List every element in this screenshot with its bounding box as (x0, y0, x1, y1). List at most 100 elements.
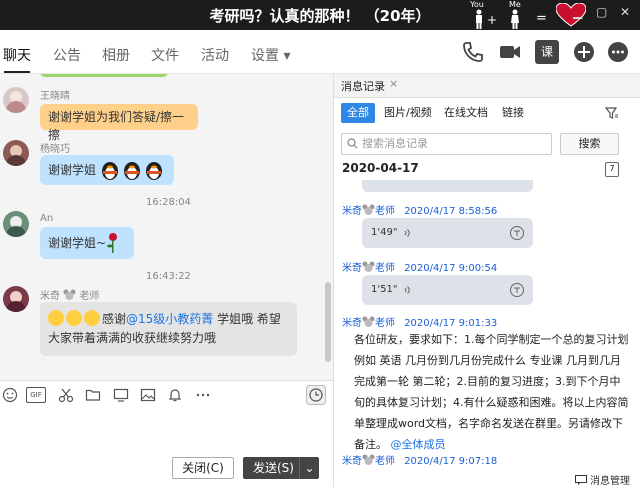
avatar-image (6, 291, 26, 312)
chat-scrollbar-thumb[interactable] (325, 282, 331, 362)
history-search-input[interactable]: 搜索消息记录 (341, 133, 552, 155)
close-history-icon[interactable]: × (389, 77, 398, 90)
message-input-area[interactable]: GIF 关闭(C) 发送(S) ⌄ (0, 380, 333, 487)
sender-first-name: 米奇 (342, 318, 362, 329)
avatar[interactable] (3, 140, 29, 166)
minimize-icon[interactable]: ▁ (573, 5, 582, 19)
sender-suffix: 老师 (375, 456, 395, 467)
voice-message[interactable]: 1'49" (362, 218, 533, 248)
mouse-badge-icon (362, 204, 375, 215)
history-sender: 米奇 老师 2020/4/17 8:58:56 (342, 202, 497, 217)
message-manager-label: 消息管理 (590, 476, 630, 487)
search-button[interactable]: 搜索 (560, 133, 619, 155)
bell-icon[interactable] (167, 387, 183, 403)
sender-suffix: 老师 (375, 263, 395, 274)
previous-voice-message (362, 180, 533, 192)
sender-suffix: 老师 (79, 291, 100, 302)
history-tab-title[interactable]: 消息记录 (341, 78, 385, 94)
filter-online-docs[interactable]: 在线文档 (444, 103, 488, 123)
gif-icon[interactable]: GIF (26, 387, 46, 403)
mouse-badge-icon (63, 289, 76, 300)
screen-share-icon[interactable] (113, 387, 129, 403)
close-window-icon[interactable]: ✕ (620, 5, 630, 19)
message-bubble[interactable]: 谢谢学姐为我们答疑/擦一擦 (40, 104, 198, 142)
chat-bubble-icon (575, 475, 587, 485)
equals-sign: = (536, 11, 547, 26)
tab-settings[interactable]: 设置 ▾ (251, 45, 290, 65)
tab-chat[interactable]: 聊天 (3, 45, 31, 65)
history-text-message[interactable]: 各位研友，要求如下：1.每个同学制定一个总的复习计划 例如 英语 几月份到几月份… (354, 329, 630, 455)
hug-emoji-icon (48, 310, 64, 326)
sender-suffix: 老师 (375, 206, 395, 217)
history-clock-icon[interactable] (306, 385, 326, 405)
calendar-icon[interactable]: 7 (605, 162, 619, 177)
avatar[interactable] (3, 87, 29, 113)
message-history-panel: 消息记录 × 全部 图片/视频 在线文档 链接 搜索消息记录 搜索 2020-0… (333, 74, 640, 487)
message-manager-link[interactable]: 消息管理 (575, 472, 630, 487)
course-icon[interactable]: 课 (535, 40, 559, 64)
sender-name: 杨晓巧 (40, 144, 70, 155)
send-options-icon[interactable]: ⌄ (299, 457, 319, 479)
search-placeholder: 搜索消息记录 (362, 137, 428, 150)
folder-icon[interactable] (85, 387, 101, 403)
filter-icon[interactable] (605, 106, 619, 120)
hug-emoji-icon (66, 310, 82, 326)
filter-images-videos[interactable]: 图片/视频 (384, 103, 432, 123)
add-member-icon[interactable] (572, 40, 596, 64)
scissors-icon[interactable] (58, 387, 74, 403)
more-tools-icon[interactable] (195, 387, 211, 403)
message-bubble[interactable]: 感谢@15级小教药菁 学姐哦 希望大家带着满满的收获继续努力哦 (40, 302, 297, 356)
sender-name: 王晓晴 (40, 91, 70, 102)
history-sender: 米奇 老师 2020/4/17 9:07:18 (342, 452, 497, 467)
sender-suffix: 老师 (375, 318, 395, 329)
voice-duration: 1'51" (371, 284, 398, 295)
mouse-badge-icon (362, 316, 375, 327)
penguin-stickers (100, 159, 166, 186)
avatar-image (6, 91, 26, 113)
me-label: Me (509, 0, 521, 9)
mouse-badge-icon (362, 261, 375, 272)
person-icon (476, 9, 482, 29)
speech-to-text-icon[interactable] (509, 282, 525, 298)
close-button[interactable]: 关闭(C) (172, 457, 234, 479)
message-bubble[interactable]: 谢谢学姐~ (40, 227, 134, 259)
sender-first-name: 米奇 (40, 291, 60, 302)
sender-name: 米奇 老师 (40, 287, 99, 302)
filter-all[interactable]: 全部 (341, 103, 375, 123)
penguin-icon (102, 162, 162, 180)
avatar[interactable] (3, 211, 29, 237)
audio-wave-icon (404, 229, 410, 237)
plus-sign: + (487, 13, 498, 27)
tab-album[interactable]: 相册 (102, 45, 130, 65)
image-icon[interactable] (140, 387, 156, 403)
active-tab-indicator (4, 71, 30, 73)
speech-to-text-icon[interactable] (509, 225, 525, 241)
mention-all-link[interactable]: @全体成员 (391, 438, 446, 451)
phone-call-icon[interactable] (461, 40, 485, 64)
send-button[interactable]: 发送(S) ⌄ (243, 457, 319, 479)
video-call-icon[interactable] (498, 40, 522, 64)
maximize-icon[interactable]: ▢ (596, 5, 607, 19)
tab-announcement[interactable]: 公告 (53, 45, 81, 65)
more-options-icon[interactable] (606, 40, 630, 64)
previous-message-bubble (40, 74, 168, 77)
chat-message-list[interactable]: 王晓晴 谢谢学姐为我们答疑/擦一擦 杨晓巧 谢谢学姐 16:28:04 An 谢… (0, 74, 333, 380)
message-text: 谢谢学姐为我们答疑/擦一擦 (48, 110, 185, 142)
group-tab-bar: 聊天 公告 相册 文件 活动 设置 ▾ 课 (0, 30, 640, 74)
voice-message[interactable]: 1'51" (362, 275, 533, 305)
message-bubble[interactable]: 谢谢学姐 (40, 155, 174, 185)
emoji-icon[interactable] (2, 387, 18, 403)
tab-activity[interactable]: 活动 (201, 45, 229, 65)
qq-group-chat-window: 考研吗？认真的那种！ （20年） You + Me = ▁ ▢ ✕ 聊天 公告 … (0, 0, 640, 487)
voice-duration: 1'49" (371, 227, 398, 238)
rose-icon (107, 233, 117, 253)
you-label: You (470, 0, 484, 9)
message-timestamp: 16:43:22 (146, 271, 191, 282)
sender-name: An (40, 213, 54, 224)
avatar[interactable] (3, 286, 29, 312)
tab-files[interactable]: 文件 (151, 45, 179, 65)
message-timestamp: 16:28:04 (146, 197, 191, 208)
mention-link[interactable]: @15级小教药菁 (126, 312, 213, 326)
message-text: 谢谢学姐~ (48, 236, 107, 250)
filter-links[interactable]: 链接 (502, 103, 524, 123)
